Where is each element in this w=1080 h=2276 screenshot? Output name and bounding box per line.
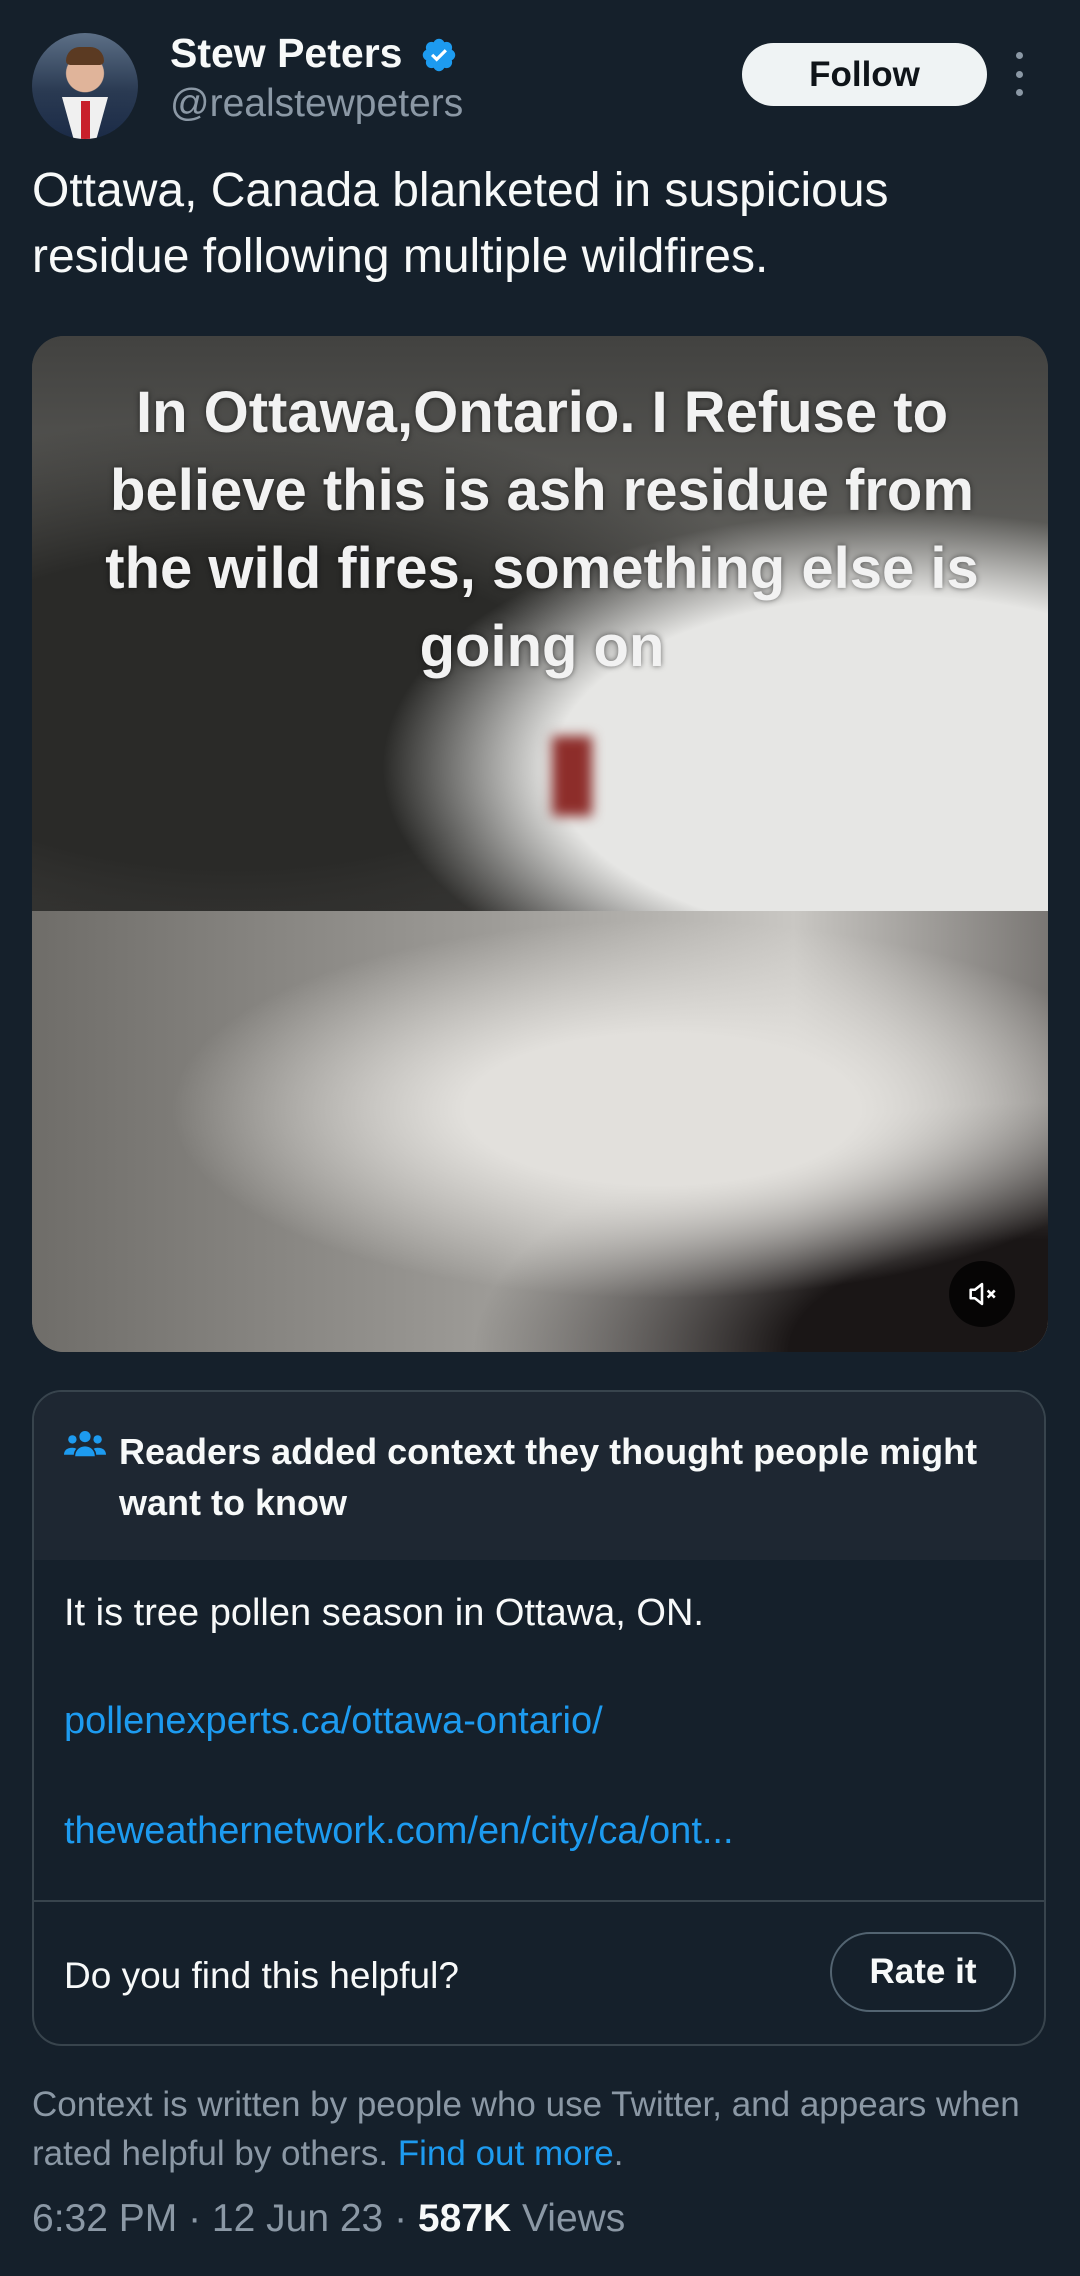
tweet-text: Ottawa, Canada blanketed in suspicious r… [32,164,889,283]
community-note-title: Readers added context they thought peopl… [119,1431,978,1523]
follow-button[interactable]: Follow [742,43,987,106]
speaker-muted-icon[interactable] [949,1261,1015,1327]
views-count: 587K [417,2197,512,2240]
author-name[interactable]: Stew Peters [170,30,402,77]
verified-badge-icon [422,38,456,72]
avatar[interactable] [32,33,138,139]
note-link-pollenexperts[interactable]: pollenexperts.ca/ottawa-ontario/ [64,1700,603,1743]
tweet-date[interactable]: 12 Jun 23 [212,2197,383,2240]
author-handle[interactable]: @realstewpeters [170,82,463,126]
views-label: Views [511,2197,626,2240]
context-disclaimer: Context is written by people who use Twi… [32,2085,1020,2173]
tweet-metadata: 6:32 PM · 12 Jun 23 · 587K Views [32,2197,626,2240]
tweet-time[interactable]: 6:32 PM [32,2197,177,2240]
rate-it-button[interactable]: Rate it [830,1932,1016,2012]
people-group-icon [64,1431,106,1457]
find-out-more-link[interactable]: Find out more [398,2134,614,2173]
divider [34,1900,1044,1902]
community-note-body: It is tree pollen season in Ottawa, ON. [64,1592,704,1634]
more-vertical-icon[interactable] [1012,52,1026,96]
helpful-question: Do you find this helpful? [64,1955,459,1996]
community-note-header: Readers added context they thought peopl… [34,1392,1044,1560]
note-link-weathernetwork[interactable]: theweathernetwork.com/en/city/ca/ont... [64,1810,734,1853]
video-frame-bottom [32,911,1048,1352]
video-caption: In Ottawa,Ontario. I Refuse to believe t… [105,380,979,679]
tweet-header: Stew Peters @realstewpeters Follow [32,30,1048,140]
video-player[interactable]: In Ottawa,Ontario. I Refuse to believe t… [32,336,1048,1352]
community-note: Readers added context they thought peopl… [32,1390,1046,2046]
